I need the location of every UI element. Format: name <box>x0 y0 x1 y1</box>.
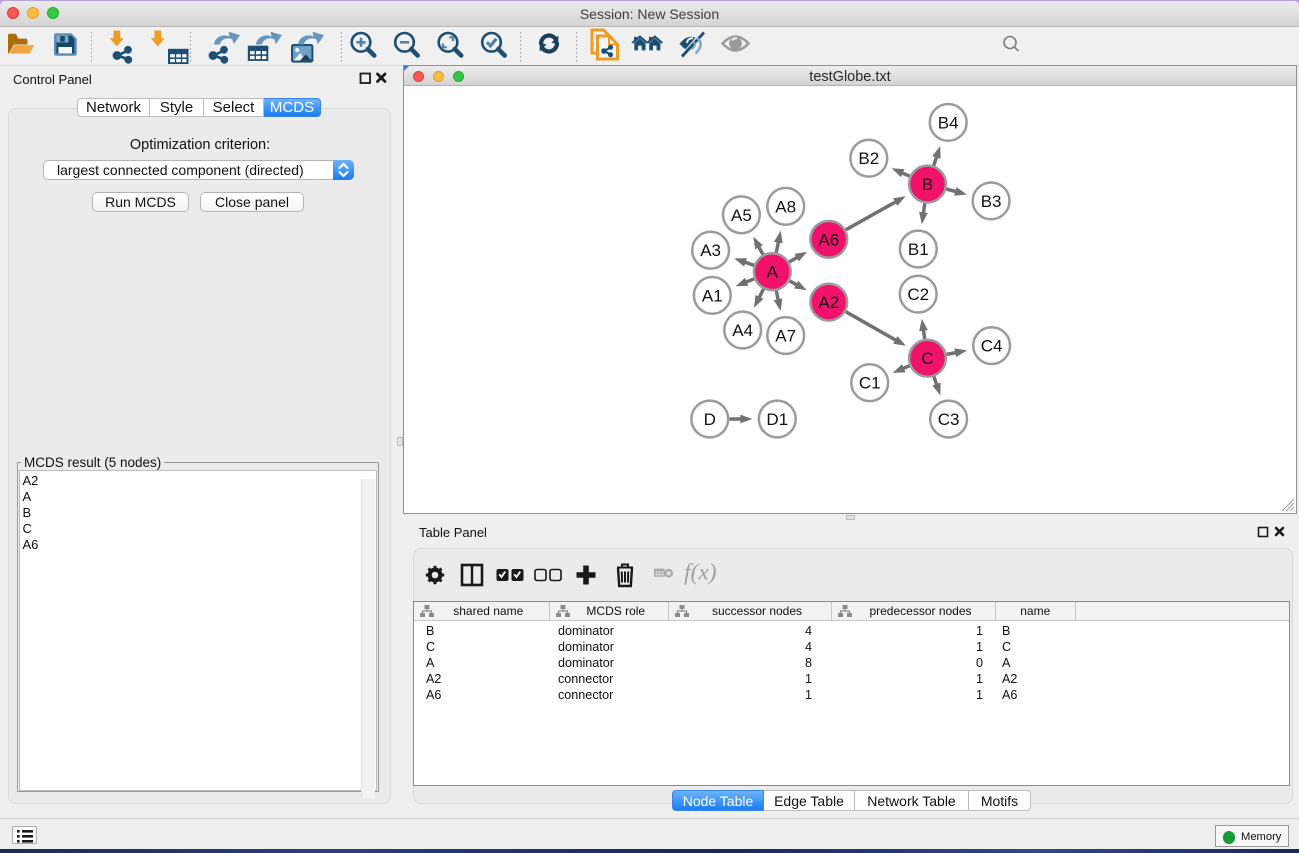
svg-text:C1: C1 <box>859 374 881 393</box>
svg-text:C2: C2 <box>907 285 929 304</box>
svg-text:B1: B1 <box>908 240 929 259</box>
svg-text:A8: A8 <box>775 197 796 216</box>
svg-text:B2: B2 <box>858 149 879 168</box>
svg-text:C3: C3 <box>938 410 960 429</box>
svg-text:D: D <box>704 410 716 429</box>
svg-text:C: C <box>921 349 933 368</box>
svg-text:A5: A5 <box>731 206 752 225</box>
svg-text:A7: A7 <box>775 327 796 346</box>
svg-text:B3: B3 <box>981 192 1002 211</box>
svg-text:A1: A1 <box>702 286 723 305</box>
svg-text:C4: C4 <box>981 337 1003 356</box>
svg-text:A: A <box>767 263 779 282</box>
svg-text:A4: A4 <box>732 321 753 340</box>
svg-text:B: B <box>922 175 933 194</box>
svg-text:D1: D1 <box>766 410 788 429</box>
svg-text:f(x): f(x) <box>684 560 717 586</box>
svg-text:A3: A3 <box>700 241 721 260</box>
svg-text:B4: B4 <box>938 113 959 132</box>
svg-text:A2: A2 <box>818 293 839 312</box>
svg-text:A6: A6 <box>818 230 839 249</box>
